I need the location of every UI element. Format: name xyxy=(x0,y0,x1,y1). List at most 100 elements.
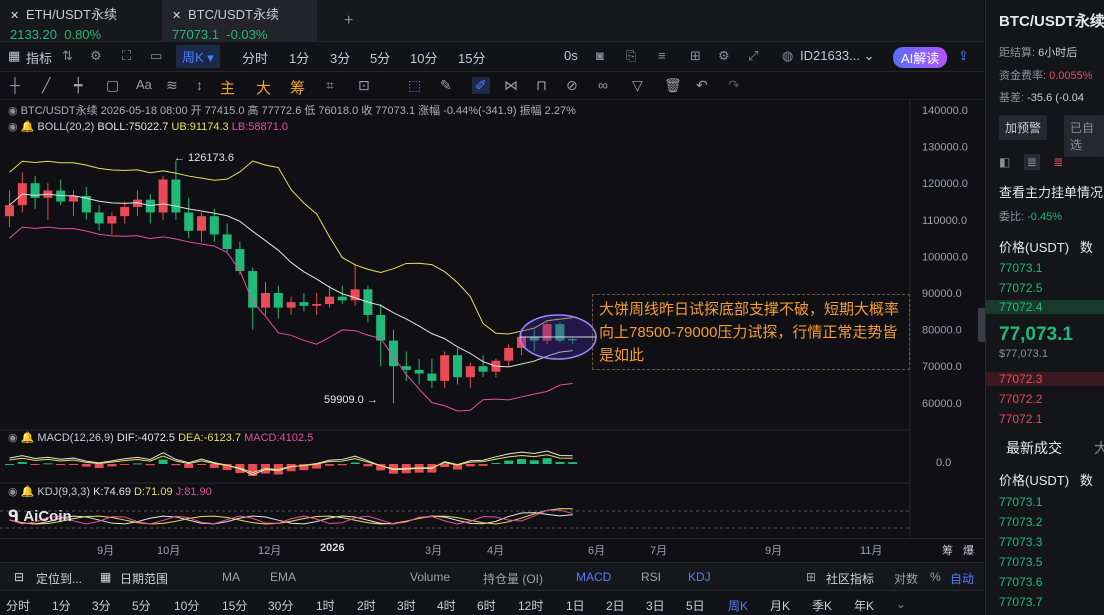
tf-item[interactable]: 30分 xyxy=(268,597,293,614)
tf-item[interactable]: 季K xyxy=(812,597,832,614)
tf-item[interactable]: 月K xyxy=(770,597,790,614)
tf-item[interactable]: 2时 xyxy=(357,597,376,614)
trades-tab[interactable]: 最新成交 xyxy=(1006,438,1062,458)
bid-row[interactable]: 77072.3 xyxy=(986,372,1104,386)
crosshair-icon[interactable]: ┼ xyxy=(10,77,20,93)
indicator-kdj[interactable]: KDJ xyxy=(688,570,711,584)
tf-item[interactable]: 10分 xyxy=(174,597,199,614)
tf-item[interactable]: 3分 xyxy=(92,597,111,614)
ai-button[interactable]: AI解读 xyxy=(893,47,948,68)
main-force-button[interactable]: 主 xyxy=(220,77,235,98)
interval-item[interactable]: 15分 xyxy=(458,48,485,67)
interval-item[interactable]: 分时 xyxy=(242,48,268,67)
tf-item[interactable]: 6时 xyxy=(477,597,496,614)
indicator-volume[interactable]: Volume xyxy=(410,570,450,584)
fib-icon[interactable]: ≋ xyxy=(166,77,178,94)
brush-icon[interactable]: ✐ xyxy=(472,77,490,94)
list-icon[interactable]: ≣ xyxy=(1023,154,1040,170)
bid-row[interactable]: 77072.2 xyxy=(999,392,1042,406)
camera-small-icon[interactable]: ▭ xyxy=(150,48,162,64)
layers-icon[interactable]: ≡ xyxy=(658,48,666,63)
annotation-box[interactable]: 大饼周线昨日试探底部支撑不破，短期大概率向上78500-79000压力试探，行情… xyxy=(592,294,910,370)
share-icon[interactable]: ⇪ xyxy=(958,48,969,64)
layout-icon[interactable]: ▦ xyxy=(8,48,20,64)
both-icon[interactable]: ◧ xyxy=(999,155,1010,169)
close-icon[interactable]: ✕ xyxy=(172,9,182,22)
locate-icon[interactable]: ⊟ xyxy=(14,570,24,584)
add-tab-button[interactable]: + xyxy=(344,12,353,30)
tf-item[interactable]: 2日 xyxy=(606,597,625,614)
indicator-ma[interactable]: MA xyxy=(222,570,240,584)
eye-icon[interactable]: ◉ xyxy=(8,105,21,117)
hline-icon[interactable]: ┿ xyxy=(74,77,82,94)
trash-icon[interactable]: 🗑 xyxy=(664,77,682,94)
redo-icon[interactable]: ↷ xyxy=(728,77,740,94)
indicator-ema[interactable]: EMA xyxy=(270,570,296,584)
fullscreen-icon[interactable]: ⤢ xyxy=(748,48,758,64)
tf-item[interactable]: 分时 xyxy=(6,597,30,614)
ask-row[interactable]: 77072.5 xyxy=(999,281,1042,295)
indicator-rsi[interactable]: RSI xyxy=(641,570,661,584)
ask-only-icon[interactable]: ≣ xyxy=(1053,155,1063,169)
bell-icon[interactable]: ◉ 🔔 xyxy=(8,486,34,498)
link-icon[interactable]: ∞ xyxy=(598,77,608,93)
account-select[interactable]: ID21633... ⌄ xyxy=(800,48,875,64)
interval-selected[interactable]: 周K ▾ xyxy=(176,45,220,68)
pattern-icon[interactable]: ⋈ xyxy=(504,77,518,94)
ask-row[interactable]: 77073.1 xyxy=(999,261,1042,275)
undo-icon[interactable]: ↶ xyxy=(696,77,708,94)
settings-icon[interactable]: ⚙ xyxy=(90,48,102,64)
bid-row[interactable]: 77072.1 xyxy=(999,412,1042,426)
select-icon[interactable]: ⬚ xyxy=(408,77,421,94)
share-chart-icon[interactable]: ⎘ xyxy=(626,48,636,64)
chips-toggle[interactable]: 筹 xyxy=(942,542,953,558)
bell-icon[interactable]: ◉ 🔔 xyxy=(8,432,34,444)
eye-icon[interactable]: ◉ 🔔 xyxy=(8,121,34,133)
locate-button[interactable]: 定位到... xyxy=(36,570,82,587)
interval-item[interactable]: 3分 xyxy=(330,48,350,67)
indicator-oi[interactable]: 持仓量 (OI) xyxy=(483,570,543,587)
tf-item[interactable]: 4时 xyxy=(437,597,456,614)
hide-drawings-icon[interactable]: ⊘ xyxy=(566,77,578,94)
measure-icon[interactable]: ↕ xyxy=(196,77,203,93)
tf-item[interactable]: 1分 xyxy=(52,597,71,614)
tf-item[interactable]: 3日 xyxy=(646,597,665,614)
tab-eth[interactable]: ✕ ETH/USDT永续 2133.20 0.80% xyxy=(0,0,150,42)
text-tool[interactable]: Aa xyxy=(136,77,152,92)
auto-scale-toggle[interactable]: 自动 xyxy=(950,570,974,587)
lock-icon[interactable]: ⊡ xyxy=(358,77,370,94)
orderbook-view-icons[interactable]: ◧ ≣ ≣ xyxy=(999,154,1063,170)
tf-item[interactable]: 3时 xyxy=(397,597,416,614)
tf-item[interactable]: 1时 xyxy=(316,597,335,614)
watchlist-button[interactable]: 已自选 xyxy=(1064,115,1104,157)
tf-item[interactable]: 年K xyxy=(854,597,874,614)
grid-icon[interactable]: ⊞ xyxy=(690,48,701,64)
tab-btc[interactable]: ✕ BTC/USDT永续 77073.1 -0.03% xyxy=(162,0,317,42)
community-indicators[interactable]: 社区指标 xyxy=(826,570,874,587)
liquidation-toggle[interactable]: 爆 xyxy=(963,542,974,558)
compare-icon[interactable]: ⇅ xyxy=(62,48,73,64)
filter-icon[interactable]: ▽ xyxy=(632,77,643,94)
magnet-icon[interactable]: ⌗ xyxy=(326,77,334,94)
fullscreen-icon[interactable]: ⛶ xyxy=(122,48,131,64)
interval-item[interactable]: 1分 xyxy=(289,48,309,67)
percent-toggle[interactable]: % xyxy=(930,570,941,584)
depth-link[interactable]: 查看主力挂单情况 xyxy=(999,182,1103,201)
community-icon[interactable]: ⊞ xyxy=(806,570,816,584)
camera-icon[interactable]: ◙ xyxy=(596,48,604,63)
tf-item[interactable]: 5日 xyxy=(686,597,705,614)
trades-tab-2[interactable]: 大 xyxy=(1094,438,1104,458)
more-icon[interactable]: ⌄ xyxy=(896,597,906,611)
tf-item[interactable]: 12时 xyxy=(518,597,543,614)
tf-item[interactable]: 15分 xyxy=(222,597,247,614)
ask-row[interactable]: 77072.4 xyxy=(986,300,1104,314)
close-icon[interactable]: ✕ xyxy=(10,9,20,22)
ruler-icon[interactable]: ✎ xyxy=(440,77,452,94)
trendline-icon[interactable]: ╱ xyxy=(42,77,50,94)
indicator-macd[interactable]: MACD xyxy=(576,570,611,584)
interval-item[interactable]: 5分 xyxy=(370,48,390,67)
chips-button[interactable]: 筹 xyxy=(290,77,305,98)
calendar-icon[interactable]: ▦ xyxy=(100,570,111,584)
tf-item[interactable]: 5分 xyxy=(132,597,151,614)
lock-drawings-icon[interactable]: ⊓ xyxy=(536,77,547,94)
